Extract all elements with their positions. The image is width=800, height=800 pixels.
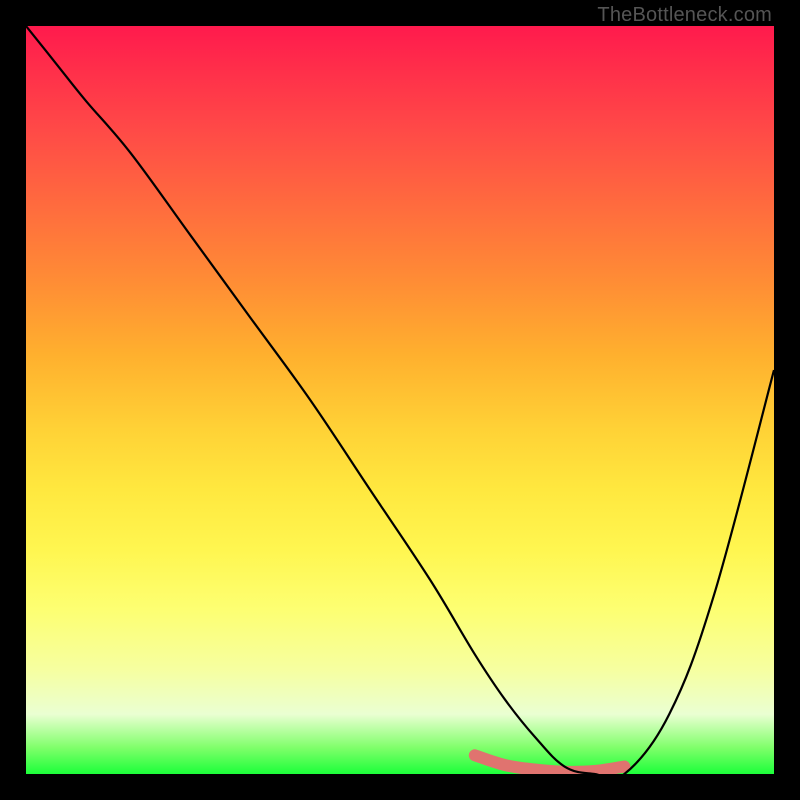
chart-plot-area: [26, 26, 774, 774]
attribution-label: TheBottleneck.com: [597, 4, 772, 27]
chart-frame: TheBottleneck.com: [0, 0, 800, 800]
